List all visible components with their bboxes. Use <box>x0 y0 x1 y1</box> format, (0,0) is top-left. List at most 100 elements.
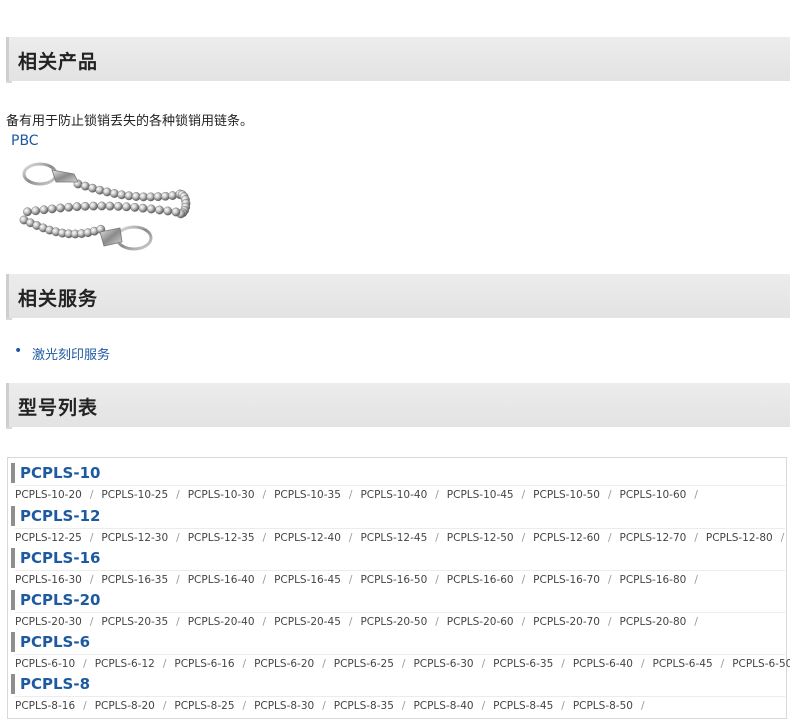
separator: / <box>607 616 612 628</box>
model-item-link[interactable]: PCPLS-20-40 <box>188 616 255 628</box>
model-item-link[interactable]: PCPLS-16-35 <box>101 574 168 586</box>
section-header-related-services: 相关服务 <box>6 274 790 320</box>
model-item-link[interactable]: PCPLS-10-20 <box>15 489 82 501</box>
model-item-link[interactable]: PCPLS-8-35 <box>334 700 394 712</box>
model-item-link[interactable]: PCPLS-20-50 <box>360 616 427 628</box>
model-item-link[interactable]: PCPLS-6-16 <box>174 658 234 670</box>
model-item-link[interactable]: PCPLS-8-30 <box>254 700 314 712</box>
model-item-link[interactable]: PCPLS-8-16 <box>15 700 75 712</box>
separator: / <box>83 700 87 712</box>
model-item-link[interactable]: PCPLS-6-50 <box>732 658 790 670</box>
model-item-link[interactable]: PCPLS-12-50 <box>447 532 514 544</box>
model-item-link[interactable]: PCPLS-6-30 <box>413 658 473 670</box>
model-item-link[interactable]: PCPLS-20-80 <box>620 616 687 628</box>
separator: / <box>607 574 612 586</box>
model-item-link[interactable]: PCPLS-6-35 <box>493 658 553 670</box>
section-title: 相关产品 <box>18 51 99 73</box>
model-item-link[interactable]: PCPLS-16-50 <box>360 574 427 586</box>
model-item-link[interactable]: PCPLS-6-20 <box>254 658 314 670</box>
model-item-link[interactable]: PCPLS-8-40 <box>413 700 473 712</box>
separator: / <box>435 489 439 501</box>
model-item-link[interactable]: PCPLS-16-40 <box>188 574 255 586</box>
model-item-link[interactable]: PCPLS-10-25 <box>101 489 168 501</box>
model-item-link[interactable]: PCPLS-12-80 <box>706 532 773 544</box>
product-link-pbc[interactable]: PBC <box>11 133 39 149</box>
model-item-link[interactable]: PCPLS-16-30 <box>15 574 82 586</box>
model-item-link[interactable]: PCPLS-16-60 <box>447 574 514 586</box>
separator: / <box>435 532 439 544</box>
separator: / <box>242 700 247 712</box>
separator: / <box>89 489 94 501</box>
model-item-link[interactable]: PCPLS-12-70 <box>620 532 687 544</box>
model-item-link[interactable]: PCPLS-20-45 <box>274 616 341 628</box>
model-item-link[interactable]: PCPLS-16-45 <box>274 574 341 586</box>
model-item-link[interactable]: PCPLS-20-60 <box>447 616 514 628</box>
model-item-link[interactable]: PCPLS-6-40 <box>573 658 633 670</box>
model-item-link[interactable]: PCPLS-8-45 <box>493 700 553 712</box>
separator: / <box>348 574 353 586</box>
separator: / <box>435 616 439 628</box>
model-group-title[interactable]: PCPLS-12 <box>11 506 790 529</box>
separator: / <box>481 658 486 670</box>
model-item-link[interactable]: PCPLS-20-70 <box>533 616 600 628</box>
section-title: 型号列表 <box>18 397 99 419</box>
model-item-link[interactable]: PCPLS-12-25 <box>15 532 82 544</box>
chain-product-image[interactable] <box>12 156 192 260</box>
separator: / <box>322 700 326 712</box>
model-item-link[interactable]: PCPLS-12-30 <box>101 532 168 544</box>
model-item-link[interactable]: PCPLS-10-30 <box>188 489 255 501</box>
model-items: PCPLS-6-10 / PCPLS-6-12 / PCPLS-6-16 / PCPLS-6… <box>15 658 790 670</box>
model-item-link[interactable]: PCPLS-10-40 <box>360 489 427 501</box>
service-link-laser-marking[interactable]: 激光刻印服务 <box>32 348 110 363</box>
model-item-link[interactable]: PCPLS-6-10 <box>15 658 75 670</box>
separator: / <box>322 658 326 670</box>
separator: / <box>720 658 725 670</box>
model-item-link[interactable]: PCPLS-12-60 <box>533 532 600 544</box>
model-group-title[interactable]: PCPLS-8 <box>11 674 786 697</box>
model-item-link[interactable]: PCPLS-8-50 <box>573 700 633 712</box>
separator: / <box>89 616 94 628</box>
separator: / <box>262 574 267 586</box>
separator: / <box>162 658 167 670</box>
model-items: PCPLS-8-16 / PCPLS-8-20 / PCPLS-8-25 / PCPLS-8… <box>15 700 653 712</box>
model-group: PCPLS-16 PCPLS-16-30/PCPLS-16-35/PCPLS-1… <box>11 548 790 590</box>
model-group-title[interactable]: PCPLS-16 <box>11 548 790 571</box>
model-item-link[interactable]: PCPLS-10-45 <box>447 489 514 501</box>
separator: / <box>521 574 526 586</box>
separator: / <box>435 574 439 586</box>
model-list-box: PCPLS-10 PCPLS-10-20/PCPLS-10-25/PCPLS-1… <box>7 457 790 719</box>
separator: / <box>521 532 526 544</box>
model-item-link[interactable]: PCPLS-6-25 <box>334 658 394 670</box>
model-items: PCPLS-16-30 / PCPLS-16-35 / PCPLS-16-40 / PCPL… <box>15 574 706 586</box>
product-description: 备有用于防止锁销丢失的各种锁销用链条。 <box>6 114 254 129</box>
model-item-link[interactable]: PCPLS-20-30 <box>15 616 82 628</box>
model-item-link[interactable]: PCPLS-10-50 <box>533 489 600 501</box>
model-item-link[interactable]: PCPLS-12-45 <box>360 532 427 544</box>
model-item-link[interactable]: PCPLS-16-80 <box>620 574 687 586</box>
separator: / <box>780 532 785 544</box>
model-item-link[interactable]: PCPLS-20-35 <box>101 616 168 628</box>
model-item-link[interactable]: PCPLS-12-35 <box>188 532 255 544</box>
separator: / <box>694 574 698 586</box>
model-group: PCPLS-6 PCPLS-6-10 / PCPLS-6-12 / PCPLS-6-16… <box>11 632 790 674</box>
model-item-link[interactable]: PCPLS-16-70 <box>533 574 600 586</box>
section-header-model-list: 型号列表 <box>6 383 790 429</box>
separator: / <box>242 658 247 670</box>
model-group-title[interactable]: PCPLS-10 <box>11 463 790 486</box>
model-group-title[interactable]: PCPLS-20 <box>11 590 790 613</box>
separator: / <box>348 532 353 544</box>
model-group-title[interactable]: PCPLS-6 <box>11 632 786 655</box>
separator: / <box>162 700 167 712</box>
separator: / <box>521 489 526 501</box>
model-item-link[interactable]: PCPLS-10-35 <box>274 489 341 501</box>
model-item-link[interactable]: PCPLS-6-45 <box>653 658 713 670</box>
model-group: PCPLS-8 PCPLS-8-16 / PCPLS-8-20 / PCPLS-8-25… <box>11 674 786 716</box>
model-item-link[interactable]: PCPLS-10-60 <box>620 489 687 501</box>
separator: / <box>607 532 612 544</box>
model-item-link[interactable]: PCPLS-8-20 <box>95 700 155 712</box>
model-item-link[interactable]: PCPLS-12-40 <box>274 532 341 544</box>
model-item-link[interactable]: PCPLS-8-25 <box>174 700 234 712</box>
model-group: PCPLS-12 PCPLS-12-25 / PCPLS-12-30 / PCPLS-1… <box>11 506 790 548</box>
model-item-link[interactable]: PCPLS-6-12 <box>95 658 155 670</box>
model-items: PCPLS-20-30 / PCPLS-20-35 / PCPLS-20-40 / PCPL… <box>15 616 706 628</box>
